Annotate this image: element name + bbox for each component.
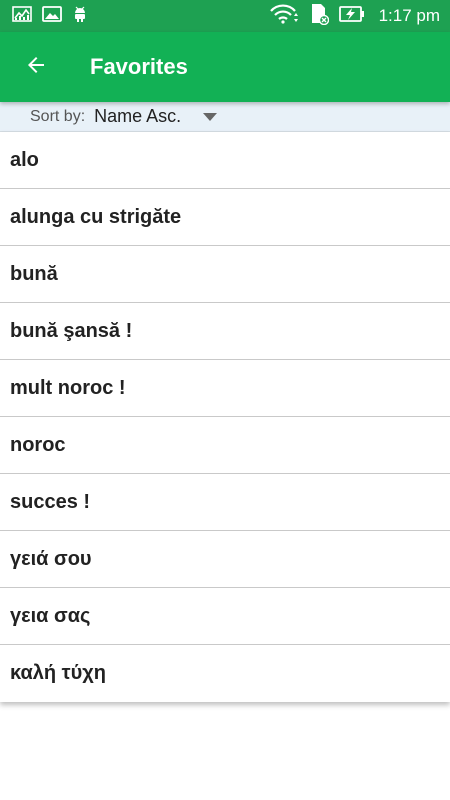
battery-charging-icon — [338, 5, 365, 28]
list-item[interactable]: mult noroc ! — [0, 360, 450, 417]
arrow-back-icon — [24, 53, 48, 82]
list-item-label: bună — [10, 262, 58, 285]
list-item-label: γειά σου — [10, 547, 92, 570]
list-item-label: bună şansă ! — [10, 319, 133, 342]
status-time: 1:17 pm — [378, 6, 440, 25]
status-bar: 1:17 pm — [0, 0, 450, 32]
sort-dropdown[interactable]: Name Asc. — [94, 106, 218, 127]
favorites-list: alo alunga cu strigăte bună bună şansă !… — [0, 132, 450, 702]
wifi-icon — [269, 4, 299, 29]
list-item-label: καλή τύχη — [10, 662, 106, 684]
list-item-label: mult noroc ! — [10, 376, 126, 399]
list-item[interactable]: γειά σου — [0, 531, 450, 588]
app-bar: Favorites — [0, 32, 450, 102]
sort-bar: Sort by: Name Asc. — [0, 102, 450, 132]
list-item-label: succes ! — [10, 490, 91, 513]
list-item-label: alo — [10, 148, 39, 171]
sort-label: Sort by: — [30, 107, 86, 125]
image-notification-icon — [42, 5, 62, 27]
status-notifications — [12, 5, 88, 28]
status-system: 1:17 pm — [269, 3, 440, 30]
page-title: Favorites — [90, 54, 188, 79]
list-item[interactable]: succes ! — [0, 474, 450, 531]
list-item[interactable]: alunga cu strigăte — [0, 189, 450, 246]
sort-value: Name Asc. — [94, 106, 182, 126]
android-icon — [72, 5, 88, 28]
list-item[interactable]: γεια σας — [0, 588, 450, 645]
list-item[interactable]: noroc — [0, 417, 450, 474]
chart-notification-icon — [12, 5, 32, 27]
list-item[interactable]: bună — [0, 246, 450, 303]
sim-card-icon — [309, 3, 329, 30]
dropdown-arrow-icon — [203, 108, 218, 126]
list-item[interactable]: καλή τύχη — [0, 645, 450, 702]
list-item-label: γεια σας — [10, 604, 91, 627]
list-item-label: noroc — [10, 433, 66, 456]
back-button[interactable] — [8, 39, 64, 95]
list-item[interactable]: alo — [0, 132, 450, 189]
list-item[interactable]: bună şansă ! — [0, 303, 450, 360]
list-item-label: alunga cu strigăte — [10, 205, 182, 228]
